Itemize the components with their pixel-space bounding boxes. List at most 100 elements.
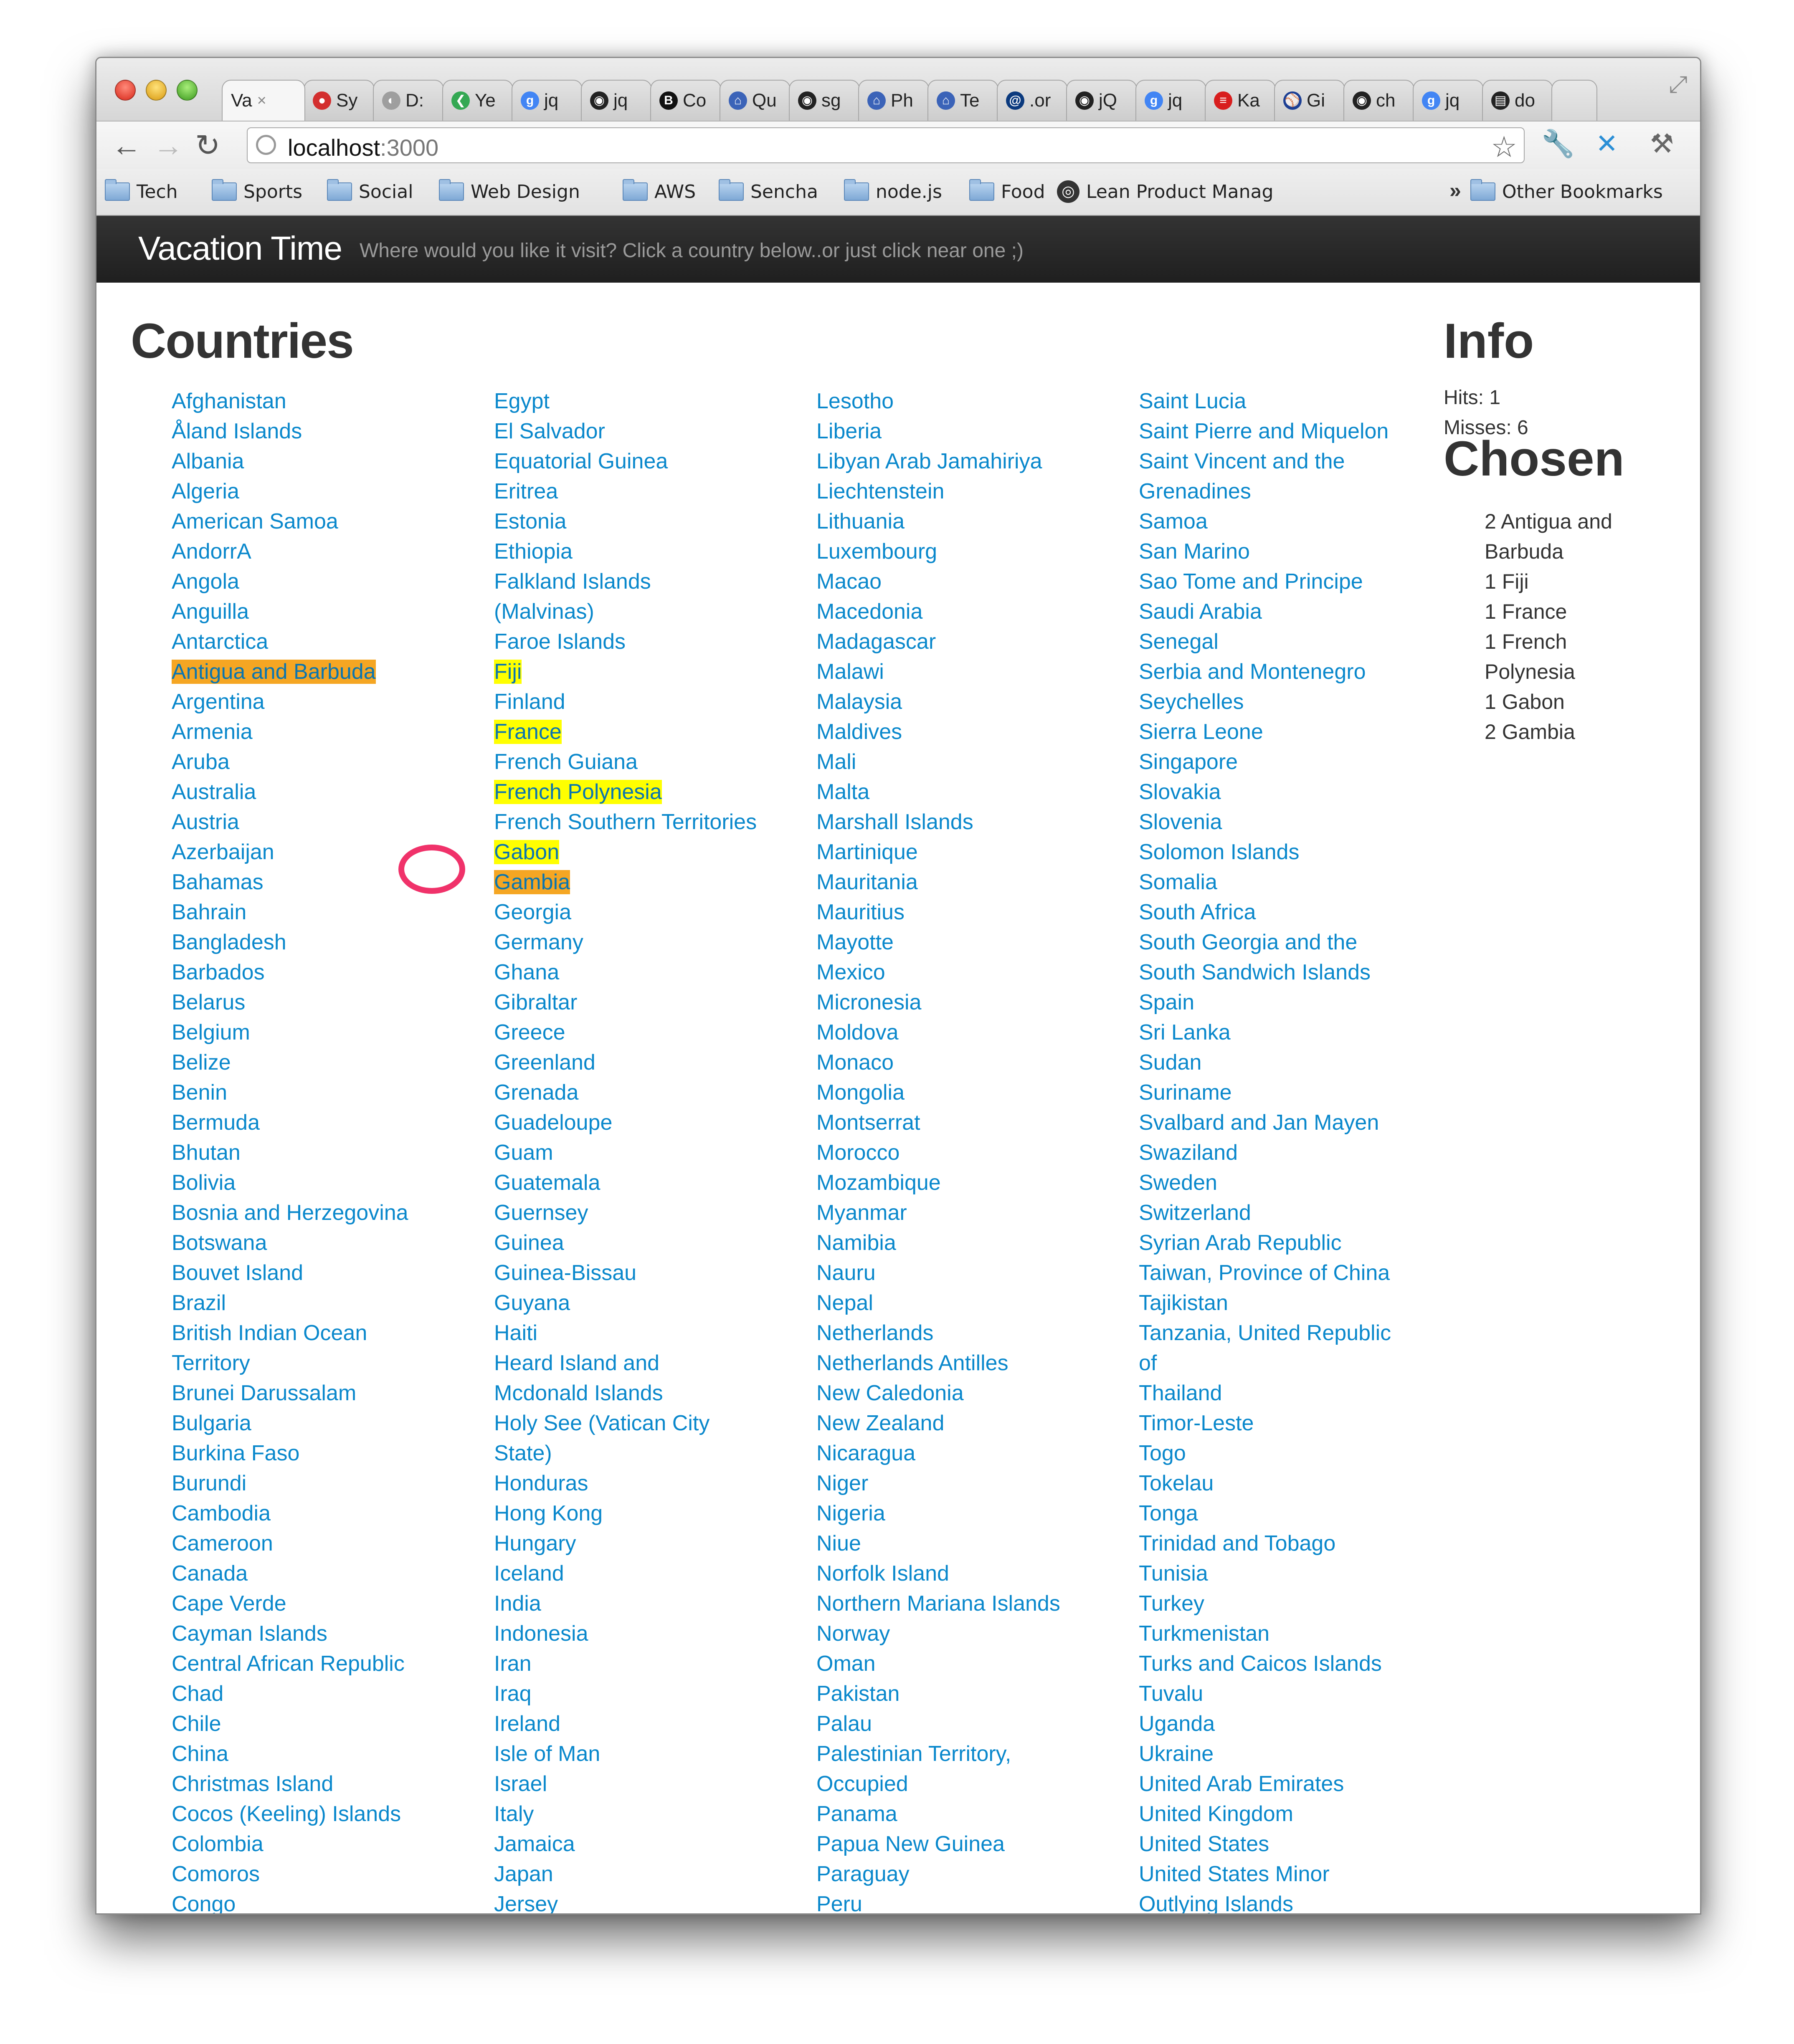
country-name[interactable]: Niger (816, 1471, 868, 1495)
country-name[interactable]: Svalbard and Jan Mayen (1139, 1111, 1379, 1135)
country-link[interactable]: Armenia (172, 717, 489, 747)
country-link[interactable]: Uganda (1139, 1709, 1456, 1739)
country-name[interactable]: Algeria (172, 479, 239, 503)
country-name[interactable]: Tuvalu (1139, 1682, 1203, 1706)
country-link[interactable]: Indonesia (494, 1619, 811, 1649)
country-link[interactable]: Lesotho (816, 386, 1134, 416)
country-link[interactable]: Palestinian Territory, (816, 1739, 1134, 1769)
country-name[interactable]: Namibia (816, 1231, 896, 1255)
country-link[interactable]: Bermuda (172, 1108, 489, 1138)
minimize-window-button[interactable] (146, 80, 167, 101)
country-link[interactable]: Bahrain (172, 897, 489, 927)
country-link-continued[interactable]: State) (494, 1438, 811, 1468)
bookmark-aws[interactable]: AWS (623, 178, 696, 205)
country-link[interactable]: Hong Kong (494, 1498, 811, 1528)
country-name[interactable]: Brazil (172, 1291, 226, 1315)
country-link[interactable]: Sierra Leone (1139, 717, 1456, 747)
country-name[interactable]: Equatorial Guinea (494, 449, 668, 473)
country-link[interactable]: Mali (816, 747, 1134, 777)
country-name[interactable]: South Georgia and the (1139, 930, 1357, 954)
country-name[interactable]: Niue (816, 1531, 861, 1556)
browser-tab[interactable]: ● Sy (304, 80, 375, 121)
browser-tab[interactable]: ◉ ch (1343, 80, 1414, 121)
country-link[interactable]: Nicaragua (816, 1438, 1134, 1468)
country-name[interactable]: Eritrea (494, 479, 558, 503)
country-name[interactable]: Central African Republic (172, 1652, 405, 1676)
tab-close-icon[interactable]: × (257, 92, 266, 110)
country-name[interactable]: United Kingdom (1139, 1802, 1293, 1826)
country-name[interactable]: Albania (172, 449, 244, 473)
country-name[interactable]: Nepal (816, 1291, 873, 1315)
country-link[interactable]: Solomon Islands (1139, 837, 1456, 867)
country-name[interactable]: Netherlands Antilles (816, 1351, 1008, 1375)
country-link[interactable]: Samoa (1139, 506, 1456, 536)
country-link[interactable]: India (494, 1589, 811, 1619)
country-link[interactable]: Saint Pierre and Miquelon (1139, 416, 1456, 446)
country-name-continued[interactable]: Mcdonald Islands (494, 1381, 663, 1405)
country-link[interactable]: Burundi (172, 1468, 489, 1498)
country-name[interactable]: Burkina Faso (172, 1441, 299, 1465)
country-link[interactable]: Myanmar (816, 1198, 1134, 1228)
browser-tab[interactable]: g jq (1135, 80, 1206, 121)
country-name[interactable]: Guatemala (494, 1171, 600, 1195)
country-link[interactable]: Macedonia (816, 597, 1134, 627)
country-link[interactable]: Madagascar (816, 627, 1134, 657)
country-link[interactable]: Bangladesh (172, 927, 489, 957)
country-name-continued[interactable]: of (1139, 1351, 1157, 1375)
country-link[interactable]: Burkina Faso (172, 1438, 489, 1468)
browser-tab[interactable]: ⌂ Ph (858, 80, 929, 121)
country-name[interactable]: Libyan Arab Jamahiriya (816, 449, 1042, 473)
other-bookmarks[interactable]: Other Bookmarks (1470, 178, 1663, 205)
country-link[interactable]: Sweden (1139, 1168, 1456, 1198)
country-name[interactable]: Tunisia (1139, 1561, 1208, 1586)
bookmark-social[interactable]: Social (327, 178, 413, 205)
country-name[interactable]: Bahrain (172, 900, 246, 924)
browser-tab[interactable]: ≡ Ka (1205, 80, 1276, 121)
country-name[interactable]: Sao Tome and Principe (1139, 569, 1363, 594)
country-link[interactable]: Anguilla (172, 597, 489, 627)
country-name[interactable]: Guernsey (494, 1201, 588, 1225)
country-link[interactable]: Afghanistan (172, 386, 489, 416)
country-link[interactable]: Chad (172, 1679, 489, 1709)
country-link[interactable]: Syrian Arab Republic (1139, 1228, 1456, 1258)
country-name[interactable]: Maldives (816, 720, 902, 744)
country-link[interactable]: Lithuania (816, 506, 1134, 536)
country-link[interactable]: Åland Islands (172, 416, 489, 446)
country-name[interactable]: Mozambique (816, 1171, 941, 1195)
country-name[interactable]: Cameroon (172, 1531, 273, 1556)
bookmark-sports[interactable]: Sports (212, 178, 302, 205)
country-name[interactable]: Brunei Darussalam (172, 1381, 356, 1405)
country-link[interactable]: Central African Republic (172, 1649, 489, 1679)
browser-tab[interactable]: ❮ Ye (442, 80, 513, 121)
country-link[interactable]: Mozambique (816, 1168, 1134, 1198)
country-name[interactable]: Morocco (816, 1141, 900, 1165)
country-link[interactable]: Mauritius (816, 897, 1134, 927)
country-name[interactable]: Nigeria (816, 1501, 885, 1525)
country-link[interactable]: San Marino (1139, 536, 1456, 567)
country-name[interactable]: Spain (1139, 990, 1194, 1014)
country-name[interactable]: Trinidad and Tobago (1139, 1531, 1335, 1556)
country-name[interactable]: Barbados (172, 960, 265, 984)
country-name[interactable]: Turkey (1139, 1591, 1204, 1616)
country-link[interactable]: Northern Mariana Islands (816, 1589, 1134, 1619)
app-title[interactable]: Vacation Time (138, 229, 342, 268)
country-name[interactable]: Australia (172, 780, 256, 804)
country-name[interactable]: Heard Island and (494, 1351, 659, 1375)
country-link[interactable]: Macao (816, 567, 1134, 597)
country-link[interactable]: Saudi Arabia (1139, 597, 1456, 627)
country-name[interactable]: Iraq (494, 1682, 532, 1706)
country-name[interactable]: Sierra Leone (1139, 720, 1263, 744)
country-name[interactable]: Ethiopia (494, 539, 573, 564)
country-link-continued[interactable]: South Sandwich Islands (1139, 957, 1456, 987)
country-name[interactable]: Egypt (494, 389, 550, 413)
country-link[interactable]: Greenland (494, 1047, 811, 1078)
country-link[interactable]: Suriname (1139, 1078, 1456, 1108)
country-link[interactable]: Montserrat (816, 1108, 1134, 1138)
country-name[interactable]: Cambodia (172, 1501, 271, 1525)
country-link[interactable]: Heard Island and (494, 1348, 811, 1378)
country-link[interactable]: Tokelau (1139, 1468, 1456, 1498)
country-link[interactable]: French Southern Territories (494, 807, 811, 837)
country-link[interactable]: Israel (494, 1769, 811, 1799)
country-link[interactable]: Eritrea (494, 476, 811, 506)
country-name[interactable]: Macao (816, 569, 882, 594)
